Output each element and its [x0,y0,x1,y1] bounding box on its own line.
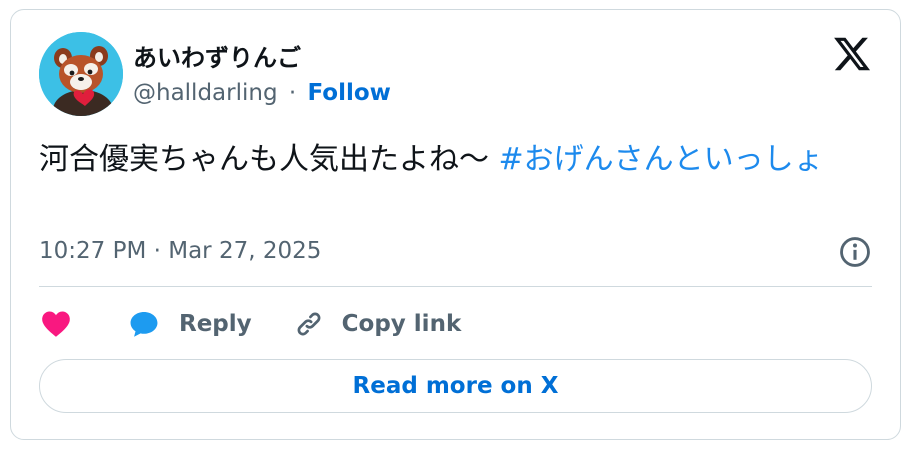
copy-link-button[interactable]: Copy link [292,307,462,341]
like-button[interactable] [39,307,73,341]
red-panda-avatar-icon [39,32,123,116]
follow-button[interactable]: Follow [308,80,391,106]
x-logo-icon[interactable] [832,34,872,74]
read-more-button[interactable]: Read more on X [39,359,872,413]
link-icon [297,312,321,336]
author-handle[interactable]: @halldarling [133,80,278,106]
tweet-text: 河合優実ちゃんも人気出たよね〜 #おげんさんといっしょ [39,138,881,182]
action-bar: Reply Copy link [39,306,461,342]
avatar[interactable] [39,32,123,116]
heart-icon [42,311,70,337]
separator-dot: · [288,80,297,106]
reply-label: Reply [179,311,252,337]
tweet-timestamp[interactable]: 10:27 PM · Mar 27, 2025 [39,238,321,264]
divider [39,286,872,287]
tweet-body: 河合優実ちゃんも人気出たよね〜 [39,142,499,177]
reply-button[interactable]: Reply [127,307,252,341]
copy-link-label: Copy link [341,311,462,337]
embedded-tweet-card: あいわずりんご @halldarling · Follow 河合優実ちゃんも人気… [10,9,901,440]
hashtag-link[interactable]: #おげんさんといっしょ [499,142,824,177]
author-display-name[interactable]: あいわずりんご [133,38,301,73]
info-icon[interactable] [838,235,872,269]
reply-bubble-icon [130,311,158,337]
author-handle-row: @halldarling · Follow [133,80,391,106]
